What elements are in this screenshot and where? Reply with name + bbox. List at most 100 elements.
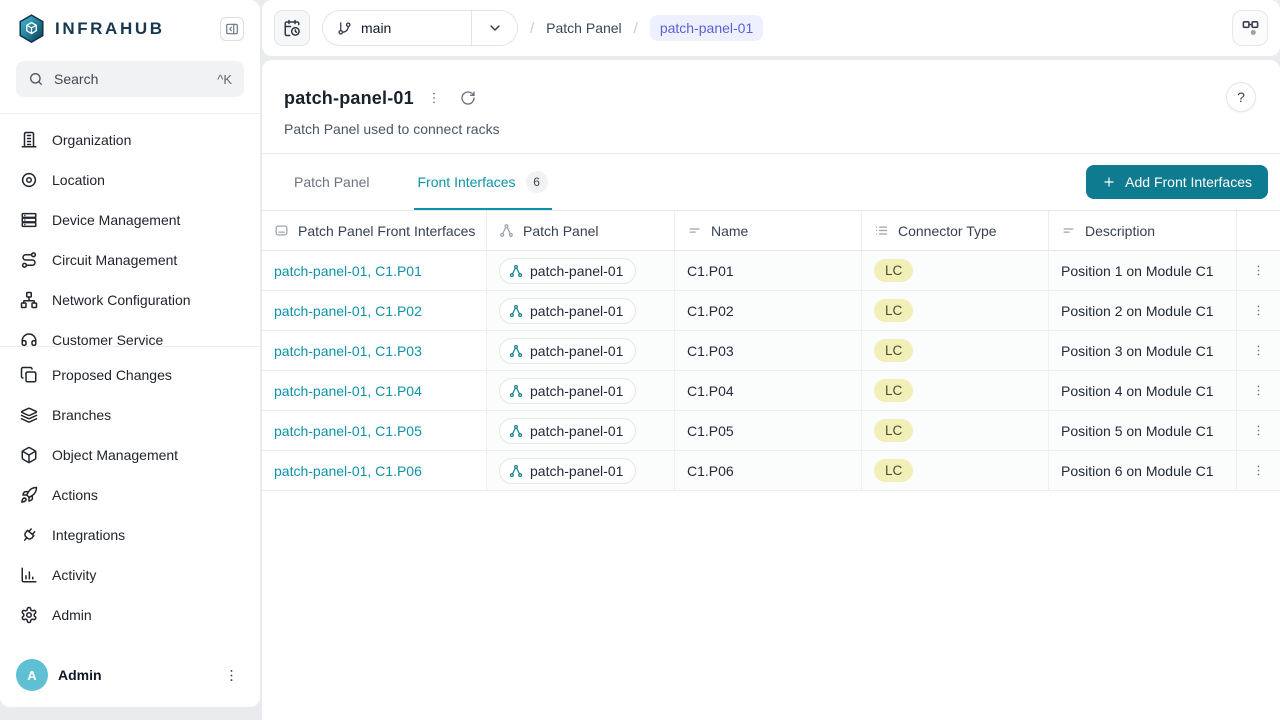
- tab-patch-panel[interactable]: Patch Panel: [290, 154, 374, 210]
- connector-type-cell: LC: [862, 451, 1049, 491]
- connector-type-cell: LC: [862, 411, 1049, 451]
- avatar: A: [16, 659, 48, 691]
- add-front-interfaces-button[interactable]: Add Front Interfaces: [1086, 165, 1268, 199]
- patch-panel-cell: patch-panel-01: [487, 251, 675, 291]
- row-link[interactable]: patch-panel-01, C1.P02: [274, 303, 422, 319]
- row-link[interactable]: patch-panel-01, C1.P05: [274, 423, 422, 439]
- row-link[interactable]: patch-panel-01, C1.P04: [274, 383, 422, 399]
- row-menu-button[interactable]: [1245, 297, 1273, 325]
- refresh-button[interactable]: [454, 84, 482, 112]
- patch-panel-chip[interactable]: patch-panel-01: [499, 338, 636, 364]
- column-header-display-label[interactable]: Patch Panel Front Interfaces: [262, 211, 487, 251]
- patch-panel-cell: patch-panel-01: [487, 411, 675, 451]
- row-menu-button[interactable]: [1245, 257, 1273, 285]
- description-cell: Position 2 on Module C1: [1049, 291, 1237, 331]
- patch-panel-chip[interactable]: patch-panel-01: [499, 458, 636, 484]
- column-header-actions: [1237, 211, 1280, 251]
- row-menu-button[interactable]: [1245, 377, 1273, 405]
- schema-graph-button[interactable]: [1232, 10, 1268, 46]
- connector-type-badge: LC: [874, 379, 913, 402]
- connector-type-badge: LC: [874, 459, 913, 482]
- sidebar-item-device-management[interactable]: Device Management: [12, 200, 248, 240]
- branch-selector[interactable]: main: [322, 10, 518, 46]
- sidebar-item-organization[interactable]: Organization: [12, 120, 248, 160]
- sidebar-item-customer-service[interactable]: Customer Service: [12, 320, 248, 346]
- sidebar-nav-system: Proposed Changes Branches Object Managem…: [0, 347, 260, 635]
- sidebar-item-network-configuration[interactable]: Network Configuration: [12, 280, 248, 320]
- name-cell: C1.P04: [675, 371, 862, 411]
- topbar: main / Patch Panel / patch-panel-01: [262, 0, 1280, 56]
- column-header-connector-type[interactable]: Connector Type: [862, 211, 1049, 251]
- breadcrumb-separator: /: [634, 20, 638, 37]
- card-icon: [274, 223, 289, 238]
- infrahub-logo-icon: [18, 14, 45, 43]
- display-label-cell: patch-panel-01, C1.P04: [262, 371, 487, 411]
- row-link[interactable]: patch-panel-01, C1.P03: [274, 343, 422, 359]
- branch-caret[interactable]: [471, 11, 517, 45]
- collapse-sidebar-button[interactable]: [220, 17, 244, 41]
- tab-front-interfaces[interactable]: Front Interfaces 6: [414, 154, 552, 210]
- patch-panel-chip-label: patch-panel-01: [530, 303, 623, 319]
- patch-panel-chip-label: patch-panel-01: [530, 383, 623, 399]
- breadcrumb-item-patch-panel[interactable]: Patch Panel: [546, 20, 622, 36]
- column-label: Description: [1085, 223, 1155, 239]
- logo-row: INFRAHUB: [0, 0, 260, 53]
- sidebar-item-admin[interactable]: Admin: [12, 595, 248, 635]
- sidebar-item-proposed-changes[interactable]: Proposed Changes: [12, 355, 248, 395]
- row-link[interactable]: patch-panel-01, C1.P01: [274, 263, 422, 279]
- sidebar-item-label: Circuit Management: [52, 252, 177, 268]
- description-cell: Position 5 on Module C1: [1049, 411, 1237, 451]
- connector-type-badge: LC: [874, 339, 913, 362]
- connector-type-cell: LC: [862, 371, 1049, 411]
- hierarchy-icon: [499, 223, 514, 238]
- column-header-name[interactable]: Name: [675, 211, 862, 251]
- sidebar-item-circuit-management[interactable]: Circuit Management: [12, 240, 248, 280]
- name-cell: C1.P03: [675, 331, 862, 371]
- search-input[interactable]: Search ^K: [16, 61, 244, 97]
- ellipsis-vertical-icon: [1251, 303, 1266, 318]
- patch-panel-chip[interactable]: patch-panel-01: [499, 378, 636, 404]
- name-cell: C1.P01: [675, 251, 862, 291]
- sidebar-nav-objects: Organization Location Device Management …: [0, 114, 260, 346]
- row-menu-button[interactable]: [1245, 457, 1273, 485]
- time-travel-button[interactable]: [274, 10, 310, 46]
- hierarchy-icon: [509, 464, 523, 478]
- column-header-patch-panel[interactable]: Patch Panel: [487, 211, 675, 251]
- server-icon: [20, 211, 38, 229]
- sidebar-item-activity[interactable]: Activity: [12, 555, 248, 595]
- object-menu-button[interactable]: [420, 84, 448, 112]
- sidebar-item-actions[interactable]: Actions: [12, 475, 248, 515]
- column-label: Connector Type: [898, 223, 997, 239]
- refresh-icon: [460, 90, 476, 106]
- breadcrumb-separator: /: [530, 20, 534, 37]
- breadcrumb-item-current[interactable]: patch-panel-01: [650, 15, 763, 41]
- user-name: Admin: [58, 667, 102, 683]
- sidebar-item-object-management[interactable]: Object Management: [12, 435, 248, 475]
- column-header-description[interactable]: Description: [1049, 211, 1237, 251]
- cube-icon: [20, 446, 38, 464]
- description-cell: Position 3 on Module C1: [1049, 331, 1237, 371]
- sidebar-item-branches[interactable]: Branches: [12, 395, 248, 435]
- row-actions-cell: [1237, 371, 1280, 411]
- column-label: Name: [711, 223, 748, 239]
- help-button[interactable]: ?: [1226, 82, 1256, 112]
- sidebar-item-integrations[interactable]: Integrations: [12, 515, 248, 555]
- patch-panel-chip[interactable]: patch-panel-01: [499, 418, 636, 444]
- branch-label: main: [323, 20, 471, 36]
- user-menu-button[interactable]: [218, 662, 244, 688]
- table-row-c1-p06: patch-panel-01, C1.P06 patch-panel-01 C1…: [262, 451, 1280, 491]
- git-branch-icon: [337, 21, 352, 36]
- patch-panel-chip[interactable]: patch-panel-01: [499, 258, 636, 284]
- chevron-down-icon: [487, 20, 503, 36]
- ellipsis-vertical-icon: [218, 667, 244, 684]
- ellipsis-vertical-icon: [1251, 463, 1266, 478]
- row-actions-cell: [1237, 251, 1280, 291]
- sidebar-item-location[interactable]: Location: [12, 160, 248, 200]
- page-description: Patch Panel used to connect racks: [284, 121, 1256, 137]
- patch-panel-chip[interactable]: patch-panel-01: [499, 298, 636, 324]
- sidebar-item-label: Activity: [52, 567, 96, 583]
- row-menu-button[interactable]: [1245, 337, 1273, 365]
- row-link[interactable]: patch-panel-01, C1.P06: [274, 463, 422, 479]
- calendar-clock-icon: [283, 19, 301, 37]
- row-menu-button[interactable]: [1245, 417, 1273, 445]
